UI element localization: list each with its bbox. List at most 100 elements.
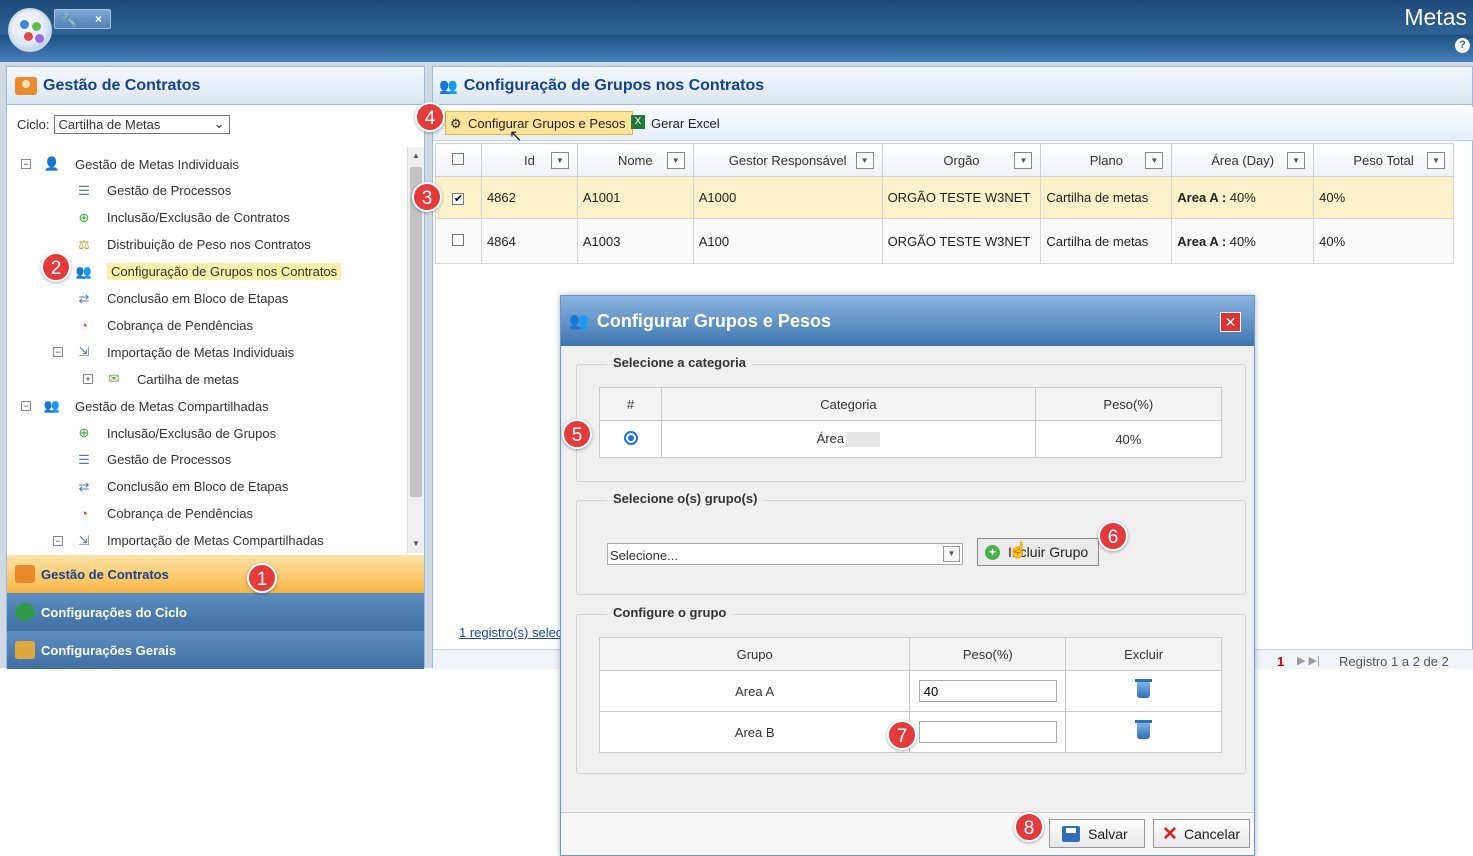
tree-item[interactable]: ⇄ Conclusão em Bloco de Etapas <box>75 476 289 498</box>
tree-item[interactable]: 👥 Configuração de Grupos nos Contratos <box>75 261 342 283</box>
current-page[interactable]: 1 <box>1277 654 1284 669</box>
category-radio[interactable] <box>623 430 638 445</box>
excel-button[interactable]: X Gerar Excel <box>629 111 726 135</box>
accordion-configuracoes-gerais[interactable]: Configurações Gerais <box>7 631 424 669</box>
tree-item[interactable]: ⚖ Distribuição de Peso nos Contratos <box>75 234 311 256</box>
trash-icon[interactable] <box>1135 719 1153 739</box>
col-nome[interactable]: Nome ▼ <box>576 143 694 177</box>
collapse-icon[interactable]: − <box>53 535 63 546</box>
scale-icon: ⚖ <box>78 236 90 252</box>
col-menu-icon[interactable]: ▼ <box>666 152 685 169</box>
col-menu-icon[interactable]: ▼ <box>855 152 874 169</box>
process-icon: ☰ <box>78 451 90 467</box>
tree-item-label: Importação de Metas Individuais <box>107 344 295 360</box>
col-menu-icon[interactable]: ▼ <box>1014 152 1033 169</box>
wrench-icon[interactable]: 🔧 <box>61 12 77 28</box>
ciclo-select[interactable]: Cartilha de Metas ⌄ <box>53 114 230 134</box>
select-all-checkbox[interactable] <box>452 152 465 165</box>
group-select-value: Selecione... <box>610 548 678 563</box>
tree-item[interactable]: ◔ Cobrança de Pendências <box>75 314 253 336</box>
row-checkbox[interactable]: ✔ <box>452 193 465 205</box>
accordion-label: Gestão de Contratos <box>41 566 169 582</box>
tree-item-label: Inclusão/Exclusão de Contratos <box>107 210 290 226</box>
money-icon: ✉ <box>108 371 120 387</box>
quick-access-bar: 🔧 × <box>54 9 111 29</box>
tree-item[interactable]: ⊕ Inclusão/Exclusão de Grupos <box>75 422 277 444</box>
accordion-gestao-contratos[interactable]: Gestão de Contratos <box>7 555 424 593</box>
peso-input[interactable] <box>918 721 1057 743</box>
pager-info: Registro 1 a 2 de 2 <box>1339 654 1449 669</box>
collapse-icon[interactable]: − <box>21 401 31 412</box>
cancel-button[interactable]: ✕ Cancelar <box>1153 819 1250 848</box>
table-row: Area A <box>598 670 1222 712</box>
import-icon: ⇲ <box>78 532 90 548</box>
collapse-icon[interactable]: − <box>53 347 63 358</box>
save-button[interactable]: Salvar <box>1049 819 1145 848</box>
scroll-thumb[interactable] <box>410 167 422 497</box>
contracts-icon <box>15 565 35 583</box>
col-orgao[interactable]: Orgão ▼ <box>881 143 1042 177</box>
scroll-up-icon[interactable]: ▲ <box>412 151 420 160</box>
help-icon[interactable]: ? <box>1455 38 1470 53</box>
group-select[interactable]: Selecione... ▼ <box>607 543 963 565</box>
app-logo-icon[interactable] <box>8 8 52 52</box>
table-row[interactable]: 4864 A1003 A100 ORGÃO TESTE W3NET Cartil… <box>435 218 1454 264</box>
peso-input[interactable] <box>918 680 1057 702</box>
col-id[interactable]: Id ▼ <box>480 143 578 177</box>
col-peso-total[interactable]: Peso Total ▼ <box>1313 143 1454 177</box>
dialog-title: Configurar Grupos e Pesos <box>596 310 831 331</box>
col-orgao-label: Orgão <box>943 152 980 168</box>
configure-groups-button[interactable]: ⚙ Configurar Grupos e Pesos <box>445 111 633 135</box>
import-icon: ⇲ <box>78 344 90 360</box>
close-icon[interactable]: ✕ <box>1220 312 1241 332</box>
area-label: Area A : <box>1177 190 1227 205</box>
groups-icon: 👥 <box>75 263 93 279</box>
col-gestor[interactable]: Gestor Responsável ▼ <box>692 143 883 177</box>
next-page-icon[interactable]: ▶ ▶| <box>1297 654 1320 667</box>
step-badge: 6 <box>1098 521 1128 551</box>
excel-label: Gerar Excel <box>651 115 720 131</box>
tree-item[interactable]: ⇄ Conclusão em Bloco de Etapas <box>75 288 289 310</box>
tree-item[interactable]: − ⇲ Importação de Metas Individuais <box>53 341 294 363</box>
include-group-button[interactable]: + Incluir Grupo <box>977 538 1099 566</box>
step-badge: 5 <box>562 419 592 449</box>
cell-nome: A1001 <box>576 176 694 219</box>
tree-item[interactable]: − 👥 Gestão de Metas Compartilhadas <box>21 395 269 417</box>
col-menu-icon[interactable]: ▼ <box>1287 152 1306 169</box>
col-plano-label: Plano <box>1089 152 1123 168</box>
grp-col-grupo: Grupo <box>598 637 911 671</box>
tree-item[interactable]: ⊕ Inclusão/Exclusão de Contratos <box>75 207 290 229</box>
col-menu-icon[interactable]: ▼ <box>1145 152 1164 169</box>
area-value: 40% <box>1226 233 1256 249</box>
floppy-icon <box>1062 826 1080 842</box>
col-menu-icon[interactable]: ▼ <box>1427 152 1445 169</box>
process-icon: ☰ <box>78 182 90 198</box>
accordion-configuracoes-ciclo[interactable]: Configurações do Ciclo <box>7 593 424 631</box>
col-menu-icon[interactable]: ▼ <box>550 152 569 169</box>
chevron-down-icon[interactable]: ▼ <box>943 546 960 562</box>
col-plano[interactable]: Plano ▼ <box>1040 143 1173 177</box>
cat-peso-cell: 40% <box>1034 420 1223 458</box>
row-checkbox[interactable] <box>452 233 465 246</box>
tree-item-label: Gestão de Processos <box>107 183 232 199</box>
collapse-icon[interactable]: − <box>21 159 31 169</box>
tree-item[interactable]: ☰ Gestão de Processos <box>75 449 231 471</box>
selection-link[interactable]: 1 registro(s) selec <box>459 625 562 640</box>
tree-item[interactable]: − 👤 Gestão de Metas Individuais <box>21 153 239 175</box>
grid-header-row: Id ▼ Nome ▼ Gestor Responsável ▼ Orgão ▼ Pla… <box>435 143 1454 177</box>
tree-item[interactable]: ◔ Cobrança de Pendências <box>75 503 253 525</box>
cell-plano: Cartilha de metas <box>1040 176 1173 219</box>
trash-icon[interactable] <box>1135 678 1153 698</box>
cell-orgao: ORGÃO TESTE W3NET <box>881 176 1042 219</box>
table-row[interactable]: ✔ 4862 A1001 A1000 ORGÃO TESTE W3NET Car… <box>435 176 1454 219</box>
left-panel-header: Gestão de Contratos <box>7 67 424 105</box>
tree-item[interactable]: ☰ Gestão de Processos <box>75 180 231 202</box>
expand-icon[interactable]: + <box>83 374 93 385</box>
col-area[interactable]: Área (Day) ▼ <box>1171 143 1315 177</box>
tree-item[interactable]: − ⇲ Importação de Metas Compartilhadas <box>53 530 324 552</box>
tree-item[interactable]: + ✉ Cartilha de metas <box>83 368 239 390</box>
close-icon[interactable]: × <box>95 12 102 26</box>
configure-group-section: Configure o grupo Grupo Peso(%) Excluir … <box>576 605 1246 774</box>
scroll-down-icon[interactable]: ▼ <box>412 539 420 548</box>
table-row[interactable]: Área 40% <box>598 420 1223 458</box>
